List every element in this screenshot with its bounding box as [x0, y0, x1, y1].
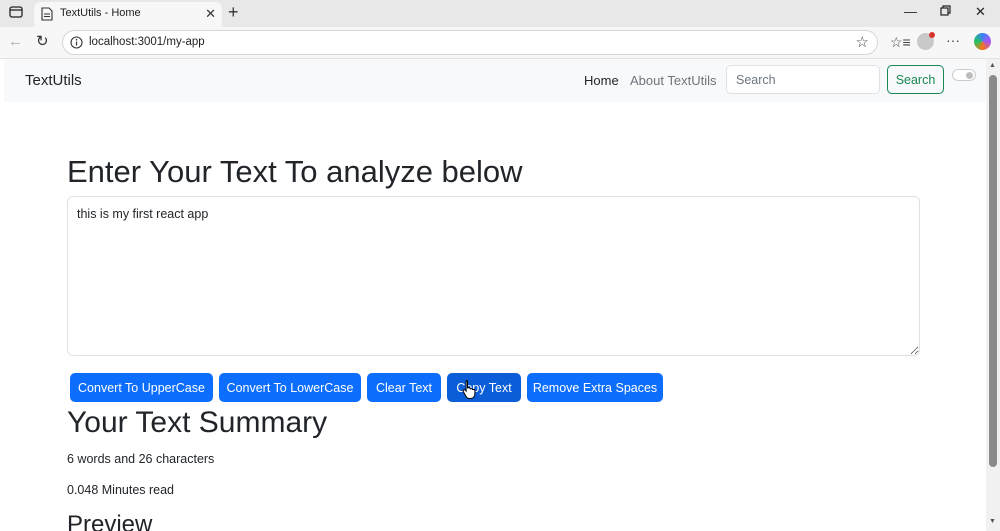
more-options-icon[interactable]: ··· — [946, 32, 960, 48]
text-input-area[interactable]: this is my first react app — [67, 196, 920, 356]
site-info-icon[interactable] — [70, 36, 83, 54]
nav-link-about[interactable]: About TextUtils — [630, 73, 716, 88]
copy-text-button[interactable]: Copy Text — [447, 373, 521, 402]
mouse-pointer-icon — [462, 379, 476, 404]
browser-title-bar: TextUtils - Home ✕ + — ✕ — [0, 0, 1000, 27]
reload-icon[interactable]: ↻ — [36, 32, 49, 50]
scroll-up-icon[interactable]: ▲ — [989, 62, 996, 69]
page-scrollbar[interactable]: ▲ ▼ — [986, 59, 1000, 531]
word-count-text: 6 words and 26 characters — [67, 452, 215, 466]
url-text: localhost:3001/my-app — [89, 36, 205, 48]
search-button[interactable]: Search — [887, 65, 944, 94]
web-page: TextUtils Home About TextUtils Search En… — [0, 59, 986, 531]
url-field[interactable]: localhost:3001/my-app ☆ — [62, 30, 878, 55]
toggle-knob — [966, 72, 973, 79]
summary-heading: Your Text Summary — [67, 406, 328, 439]
close-tab-icon[interactable]: ✕ — [205, 6, 216, 22]
close-window-icon[interactable]: ✕ — [975, 4, 986, 20]
read-time-text: 0.048 Minutes read — [67, 483, 175, 497]
address-bar: ← ↻ localhost:3001/my-app ☆ ☆≡ ··· — [0, 27, 1000, 59]
favorites-icon[interactable]: ☆≡ — [890, 34, 911, 51]
nav-link-home[interactable]: Home — [584, 73, 619, 88]
uppercase-button[interactable]: Convert To UpperCase — [70, 373, 213, 402]
restore-icon[interactable] — [940, 4, 951, 19]
new-tab-icon[interactable]: + — [228, 2, 239, 23]
search-input[interactable] — [726, 65, 880, 94]
copilot-icon[interactable] — [974, 33, 991, 50]
preview-heading: Preview — [67, 511, 153, 531]
navbar-brand[interactable]: TextUtils — [25, 72, 82, 89]
tab-title: TextUtils - Home — [60, 7, 141, 19]
favorite-star-icon[interactable]: ☆ — [856, 33, 869, 51]
navbar: TextUtils Home About TextUtils Search — [4, 59, 986, 102]
dark-mode-toggle[interactable] — [952, 69, 976, 81]
profile-badge-icon — [929, 32, 935, 38]
page-icon — [41, 7, 53, 26]
clear-text-button[interactable]: Clear Text — [367, 373, 441, 402]
tab-actions-icon[interactable] — [9, 5, 23, 24]
scroll-down-icon[interactable]: ▼ — [989, 518, 996, 525]
scrollbar-thumb[interactable] — [989, 75, 997, 467]
minimize-icon[interactable]: — — [904, 4, 917, 19]
back-arrow-icon[interactable]: ← — [8, 33, 23, 50]
page-heading: Enter Your Text To analyze below — [67, 154, 523, 189]
browser-tab[interactable]: TextUtils - Home ✕ — [34, 2, 222, 27]
lowercase-button[interactable]: Convert To LowerCase — [219, 373, 361, 402]
remove-extra-spaces-button[interactable]: Remove Extra Spaces — [527, 373, 663, 402]
